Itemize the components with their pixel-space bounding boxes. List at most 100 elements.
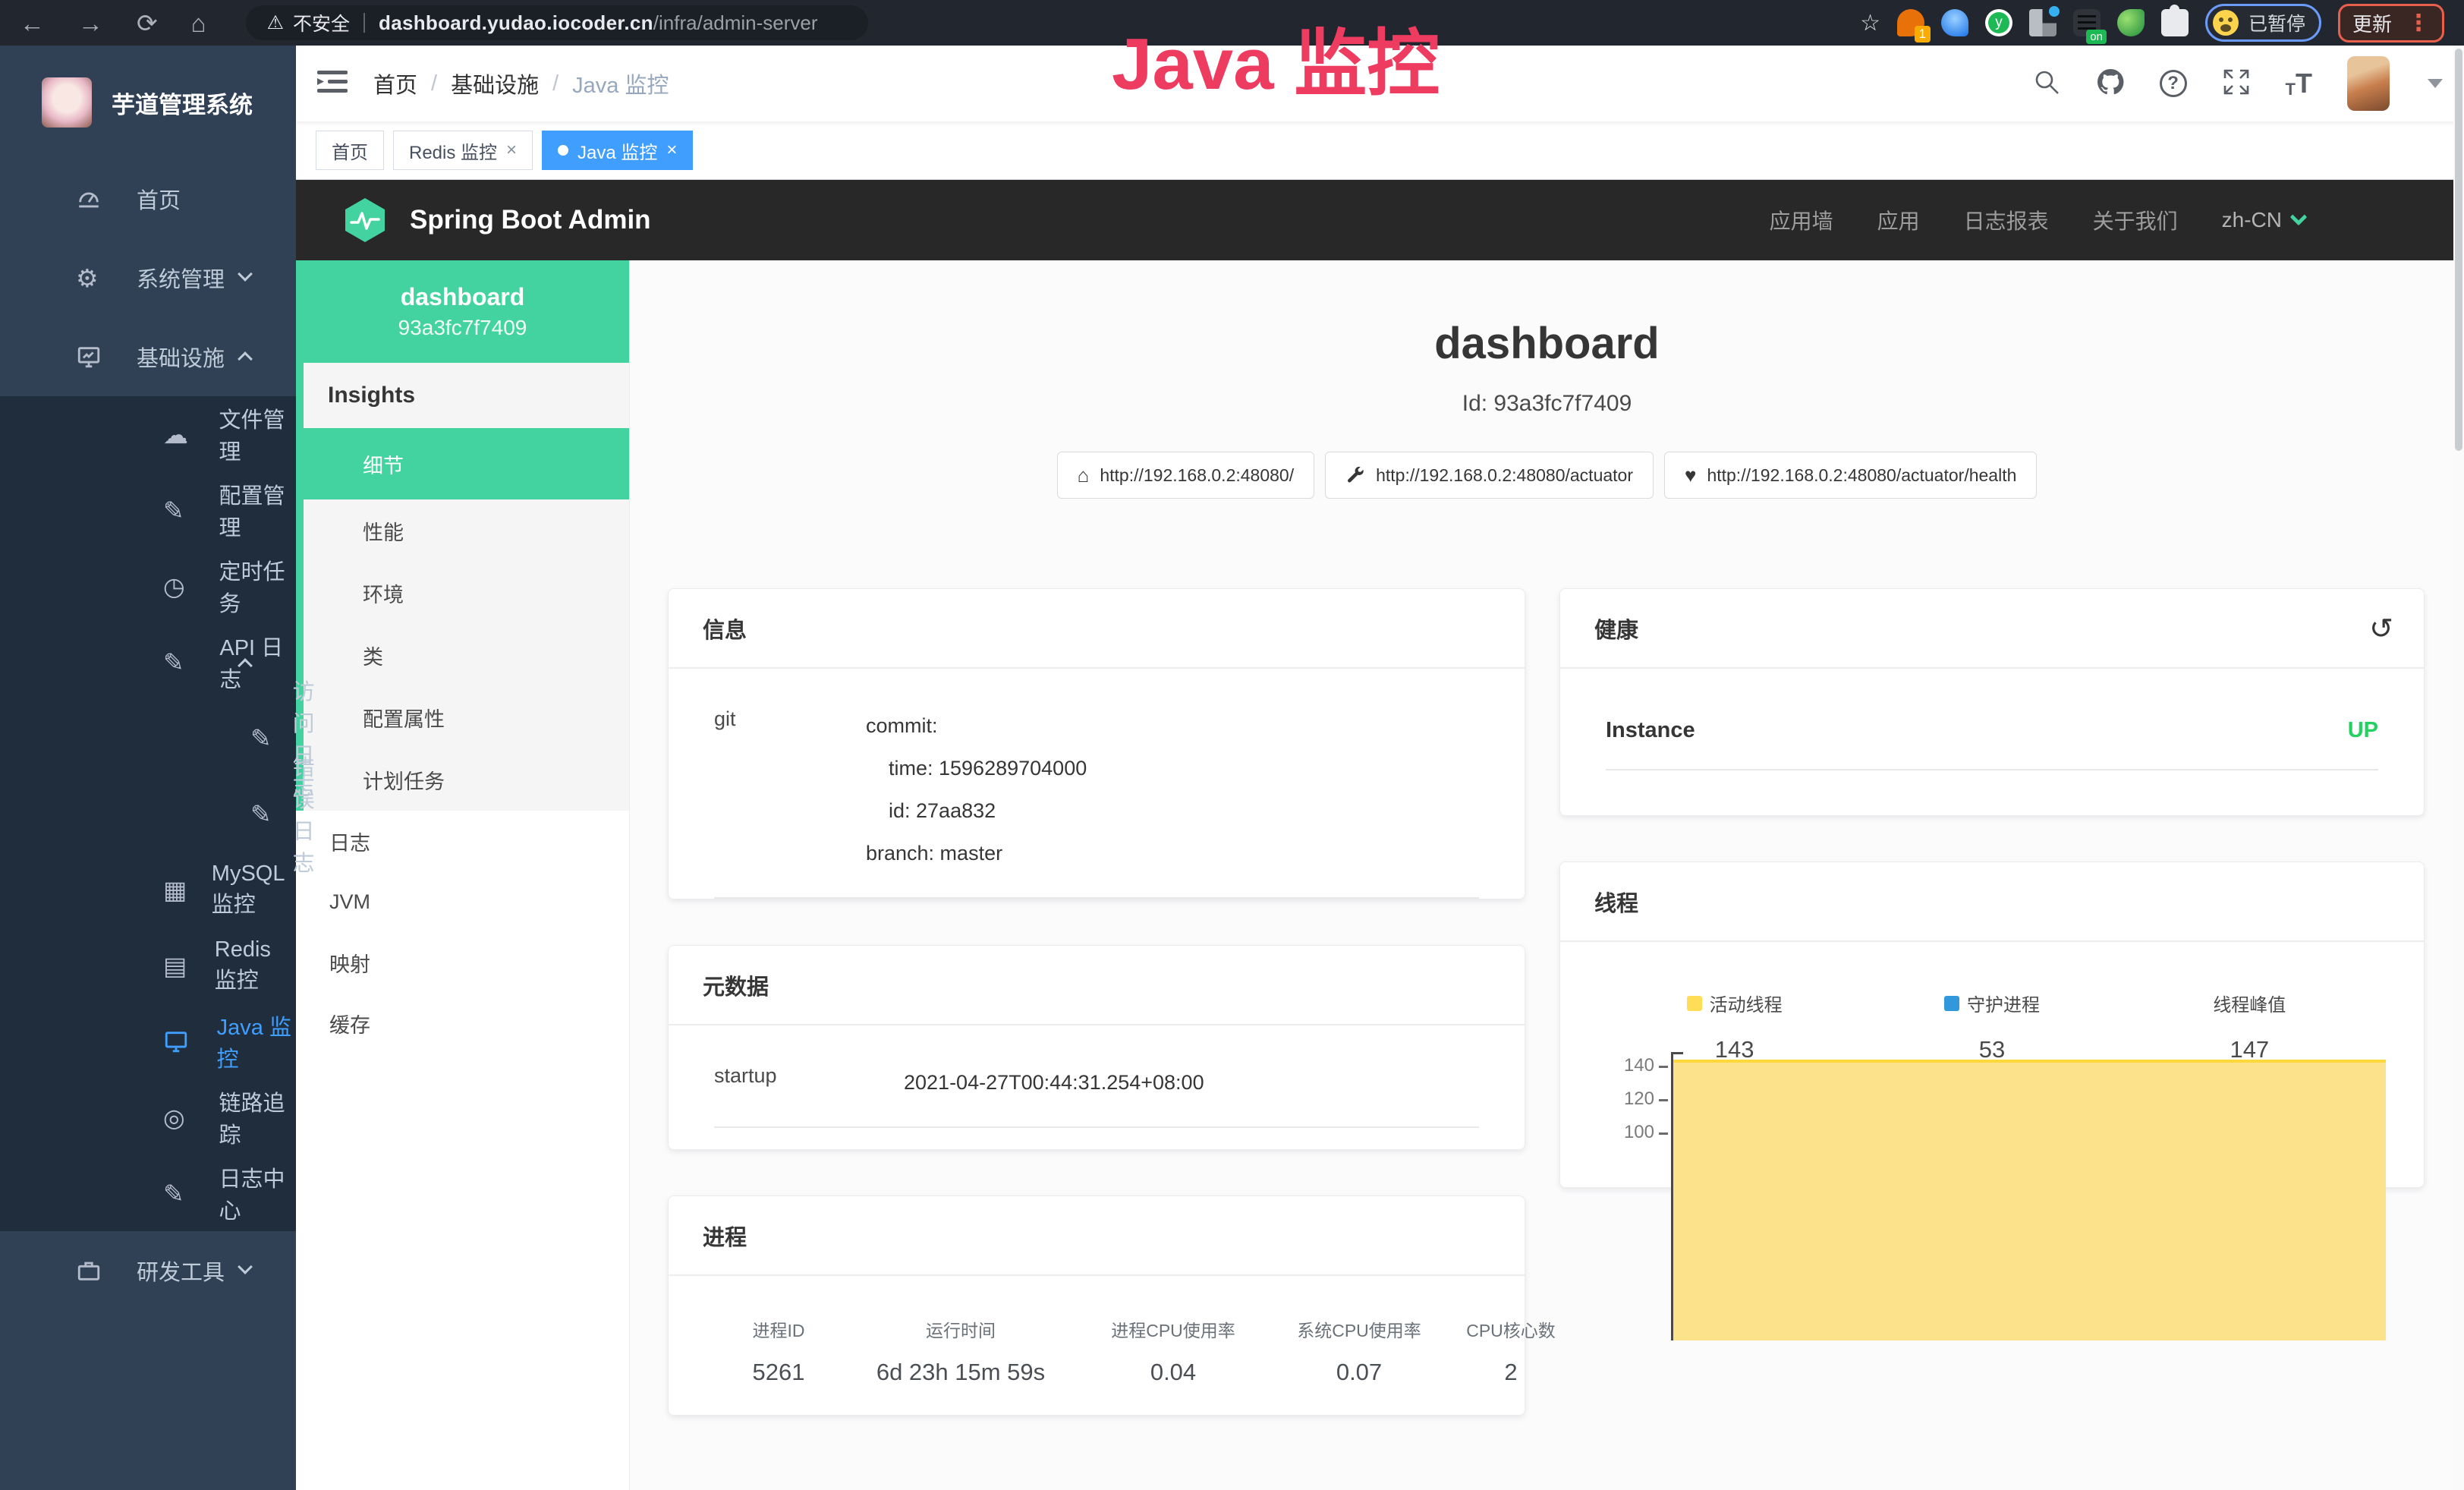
sidebar-item-api-logs[interactable]: ✎ API 日志	[0, 624, 296, 700]
extensions-puzzle-icon[interactable]	[2161, 9, 2189, 36]
help-icon[interactable]: ?	[2160, 70, 2187, 97]
sidebar-item-scheduled-tasks[interactable]: ◷ 定时任务	[0, 548, 296, 624]
legend-label: 线程峰值	[2213, 990, 2286, 1016]
process-uptime: 6d 23h 15m 59s	[843, 1359, 1078, 1386]
timer-icon: ◷	[163, 572, 198, 601]
font-size-icon[interactable]: TT	[2286, 68, 2312, 99]
service-url: http://192.168.0.2:48080/	[1100, 465, 1294, 486]
sidebar-item-jvm[interactable]: JVM	[296, 871, 629, 932]
page-scrollbar[interactable]	[2453, 46, 2464, 1490]
insights-item-metrics[interactable]: 性能	[304, 499, 629, 562]
breadcrumb-infrastructure[interactable]: 基础设施	[451, 68, 539, 99]
extension-pin-icon[interactable]	[1941, 9, 1968, 36]
sidebar-item-tracing[interactable]: ◎ 链路追踪	[0, 1079, 296, 1155]
github-icon[interactable]	[2096, 68, 2125, 100]
history-icon[interactable]: ↺	[2369, 612, 2393, 646]
sidebar-item-home[interactable]: 首页	[0, 159, 296, 238]
scrollbar-thumb[interactable]	[2455, 49, 2462, 451]
fullscreen-icon[interactable]	[2222, 68, 2251, 100]
sidebar-item-redis-monitor[interactable]: ▤ Redis 监控	[0, 928, 296, 1003]
reload-icon[interactable]: ⟳	[137, 11, 158, 36]
close-icon[interactable]: ×	[506, 140, 517, 161]
chart-plot-area	[1671, 1052, 2386, 1340]
insights-item-scheduled[interactable]: 计划任务	[304, 748, 629, 811]
url-divider	[363, 13, 365, 33]
sba-nav-about[interactable]: 关于我们	[2093, 205, 2178, 235]
info-card-title: 信息	[703, 613, 747, 644]
sba-locale-select[interactable]: zh-CN	[2222, 208, 2305, 232]
sidebar-item-mysql-monitor[interactable]: ▦ MySQL 监控	[0, 852, 296, 928]
app-logo-row[interactable]: 芋道管理系统	[0, 46, 296, 159]
sidebar-item-error-logs[interactable]: ✎ 错误日志	[0, 776, 296, 852]
sba-brand[interactable]: Spring Boot Admin	[410, 205, 651, 235]
sidebar-item-access-logs[interactable]: ✎ 访问日志	[0, 700, 296, 776]
sidebar-item-mappings[interactable]: 映射	[296, 932, 629, 993]
url-bar[interactable]: ⚠ 不安全 dashboard.yudao.iocoder.cn /infra/…	[246, 5, 868, 40]
sidebar-item-dev-tools[interactable]: 研发工具	[0, 1231, 296, 1310]
instance-name: dashboard	[296, 283, 629, 311]
instance-header[interactable]: dashboard 93a3fc7f7409	[296, 260, 629, 363]
sba-nav-applications[interactable]: 应用	[1877, 205, 1920, 235]
cpu-cores: 2	[1450, 1359, 1572, 1386]
java-monitor-icon	[163, 1029, 196, 1054]
insights-item-details[interactable]: 细节	[304, 428, 629, 499]
browser-menu-icon[interactable]: ⋮	[2407, 10, 2430, 36]
breadcrumb-home[interactable]: 首页	[373, 68, 417, 99]
active-dot	[558, 145, 568, 156]
process-header: 进程CPU使用率	[1078, 1316, 1268, 1342]
log-icon: ✎	[163, 647, 198, 677]
insights-item-classes[interactable]: 类	[304, 624, 629, 686]
health-url: http://192.168.0.2:48080/actuator/health	[1707, 465, 2016, 486]
actuator-url-button[interactable]: http://192.168.0.2:48080/actuator	[1325, 452, 1654, 499]
close-icon[interactable]: ×	[666, 140, 677, 161]
health-url-button[interactable]: ♥ http://192.168.0.2:48080/actuator/heal…	[1664, 452, 2037, 499]
sidebar-item-config-management[interactable]: ✎ 配置管理	[0, 472, 296, 548]
tab-home[interactable]: 首页	[316, 131, 384, 170]
user-avatar[interactable]	[2347, 56, 2390, 111]
extension-y-icon[interactable]: y	[1985, 9, 2012, 36]
tab-label: Redis 监控	[409, 137, 497, 164]
sidebar-item-logs[interactable]: 日志	[296, 811, 629, 871]
threads-card: 线程 活动线程 143	[1559, 862, 2425, 1188]
tab-java-monitor[interactable]: Java 监控 ×	[542, 131, 693, 170]
sidebar-item-file-management[interactable]: ☁ 文件管理	[0, 396, 296, 472]
sba-nav-journal[interactable]: 日志报表	[1964, 205, 2049, 235]
back-icon[interactable]: ←	[20, 11, 45, 36]
forward-icon[interactable]: →	[78, 11, 103, 36]
user-menu-caret-icon[interactable]	[2428, 79, 2443, 88]
chrome-update-button[interactable]: 更新 ⋮	[2338, 4, 2444, 43]
extension-leaf-icon[interactable]	[2117, 9, 2145, 36]
legend-label: 守护进程	[1967, 990, 2040, 1016]
threads-card-title: 线程	[1594, 886, 1638, 918]
sidebar-item-caches[interactable]: 缓存	[296, 993, 629, 1054]
extension-icon[interactable]: 1	[1897, 9, 1924, 36]
sidebar-item-java-monitor[interactable]: Java 监控	[0, 1003, 296, 1079]
process-value-row: 5261 6d 23h 15m 59s 0.04 0.07 2	[714, 1359, 1479, 1386]
service-url-button[interactable]: ⌂ http://192.168.0.2:48080/	[1057, 452, 1315, 499]
insights-group: Insights 细节 性能 环境 类 配置属性 计划任务	[296, 363, 629, 811]
app-logo	[42, 77, 92, 128]
health-card: 健康 ↺ Instance UP	[1559, 588, 2425, 816]
breadcrumb-separator: /	[552, 71, 559, 96]
hamburger-icon[interactable]	[317, 69, 348, 99]
home-icon: ⌂	[1078, 464, 1090, 487]
home-icon[interactable]: ⌂	[191, 11, 206, 36]
profile-paused-pill[interactable]: 已暂停	[2205, 4, 2321, 42]
sidebar-item-label: 研发工具	[137, 1255, 225, 1287]
sba-nav-wallboard[interactable]: 应用墙	[1770, 205, 1833, 235]
gear-icon: ⚙	[76, 263, 115, 293]
extension-y-letter: y	[1988, 12, 2009, 33]
sidebar-item-system[interactable]: ⚙ 系统管理	[0, 238, 296, 317]
sidebar-item-infrastructure[interactable]: 基础设施	[0, 317, 296, 396]
extension-grid-icon[interactable]	[2029, 9, 2056, 36]
insights-item-config-props[interactable]: 配置属性	[304, 686, 629, 748]
extension-switch-icon[interactable]: on	[2073, 9, 2101, 36]
instance-sidebar: dashboard 93a3fc7f7409 Insights 细节 性能 环境…	[296, 260, 630, 1490]
sidebar-item-log-center[interactable]: ✎ 日志中心	[0, 1155, 296, 1231]
security-label[interactable]: 不安全	[293, 9, 350, 36]
insights-item-environment[interactable]: 环境	[304, 562, 629, 624]
search-icon[interactable]	[2032, 68, 2061, 100]
tab-redis-monitor[interactable]: Redis 监控 ×	[393, 131, 533, 170]
bookmark-star-icon[interactable]: ☆	[1860, 10, 1880, 36]
sidebar-item-label: Redis 监控	[215, 937, 296, 994]
